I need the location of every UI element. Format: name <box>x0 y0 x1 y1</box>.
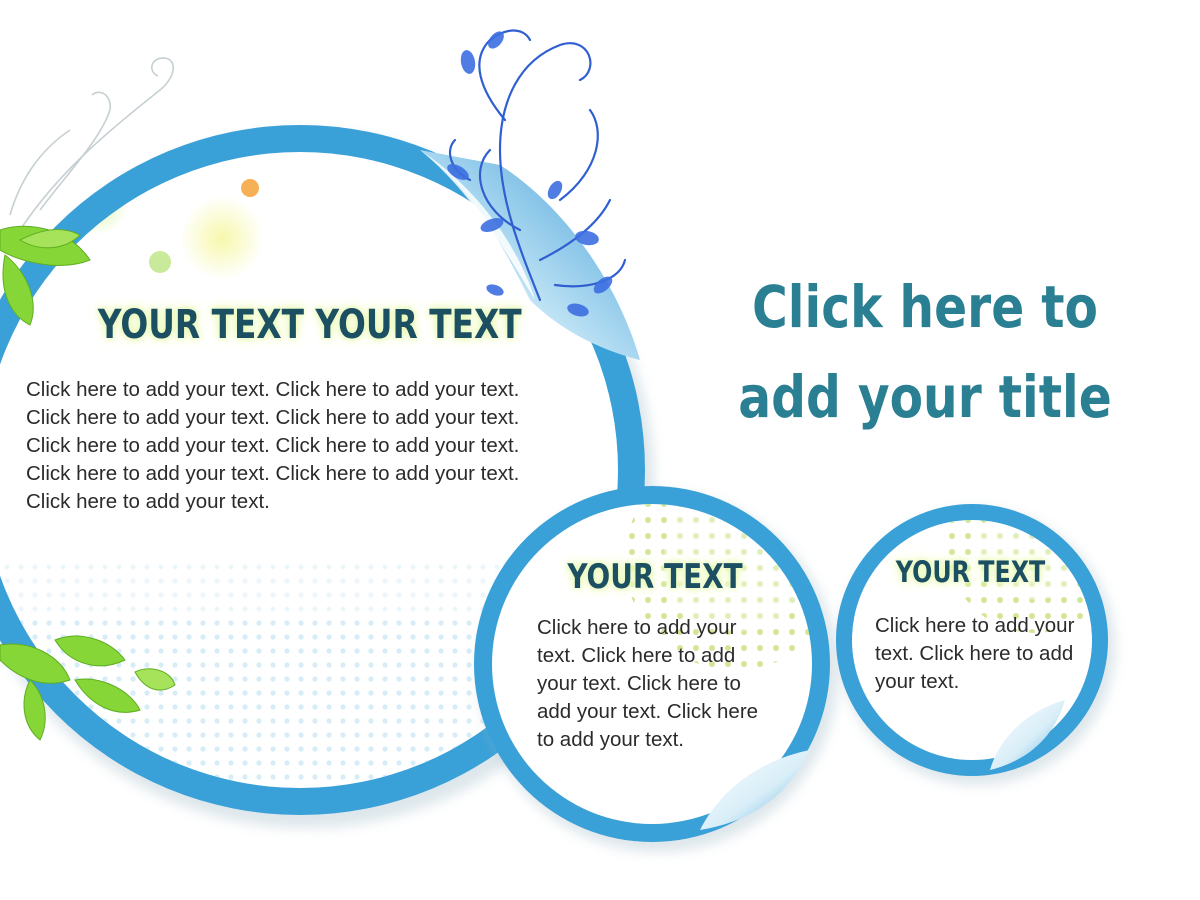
slide-canvas: YOUR TEXT YOUR TEXT Click here to add yo… <box>0 0 1200 900</box>
large-panel-heading[interactable]: YOUR TEXT YOUR TEXT <box>98 300 522 350</box>
small-panel-body[interactable]: Click here to add your text. Click here … <box>875 612 1090 696</box>
small-panel-heading[interactable]: YOUR TEXT <box>896 553 1046 591</box>
medium-panel-body[interactable]: Click here to add your text. Click here … <box>537 614 772 754</box>
slide-title[interactable]: Click here to add your title <box>728 262 1123 442</box>
medium-panel-heading[interactable]: YOUR TEXT <box>565 556 745 598</box>
large-panel-body[interactable]: Click here to add your text. Click here … <box>26 376 566 516</box>
